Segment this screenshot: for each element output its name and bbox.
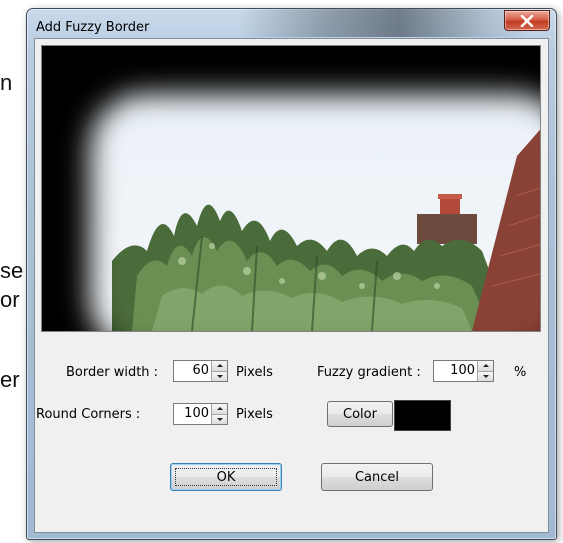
- fuzzy-gradient-label: Fuzzy gradient :: [317, 365, 421, 380]
- border-width-unit: Pixels: [236, 365, 273, 380]
- close-icon: [520, 14, 534, 27]
- border-width-label: Border width :: [66, 365, 159, 380]
- fuzzy-gradient-stepper[interactable]: 100: [433, 360, 494, 382]
- border-width-stepper[interactable]: 60: [173, 360, 228, 382]
- close-button[interactable]: [504, 10, 550, 31]
- round-corners-stepper[interactable]: 100: [173, 403, 228, 425]
- cancel-button[interactable]: Cancel: [321, 463, 433, 491]
- ok-button[interactable]: OK: [170, 463, 282, 491]
- round-corners-unit: Pixels: [236, 407, 273, 422]
- round-corners-label: Round Corners :: [36, 407, 141, 422]
- background-text-fragment: er: [0, 367, 20, 392]
- dialog-client-area: Border width : 60 Pixels Fuzzy gradient …: [34, 38, 549, 533]
- arrow-up-icon: [216, 407, 223, 411]
- titlebar-gradient: [238, 9, 530, 37]
- color-button[interactable]: Color: [327, 401, 393, 427]
- color-swatch[interactable]: [394, 400, 451, 431]
- background-text-fragment: n: [0, 70, 13, 95]
- border-width-increment-button[interactable]: [212, 361, 227, 372]
- border-width-value[interactable]: 60: [174, 361, 211, 381]
- fuzzy-gradient-value[interactable]: 100: [434, 361, 477, 381]
- arrow-up-icon: [216, 364, 223, 368]
- add-fuzzy-border-dialog: Add Fuzzy Border Border width: 60 Pixel…: [26, 8, 557, 540]
- round-corners-increment-button[interactable]: [212, 404, 227, 415]
- arrow-down-icon: [216, 374, 223, 378]
- round-corners-decrement-button[interactable]: [212, 414, 227, 424]
- arrow-down-icon: [482, 374, 489, 378]
- preview-image: [41, 45, 541, 332]
- round-corners-value[interactable]: 100: [174, 404, 211, 424]
- background-text-fragment: se: [0, 258, 24, 283]
- fuzzy-gradient-decrement-button[interactable]: [478, 371, 493, 381]
- focus-ring: [175, 468, 277, 486]
- arrow-down-icon: [216, 417, 223, 421]
- background-text-fragment: or: [0, 287, 20, 312]
- border-width-decrement-button[interactable]: [212, 371, 227, 381]
- dialog-title: Add Fuzzy Border: [36, 20, 150, 35]
- fuzzy-gradient-increment-button[interactable]: [478, 361, 493, 372]
- fuzzy-gradient-unit: %: [514, 365, 527, 380]
- arrow-up-icon: [482, 364, 489, 368]
